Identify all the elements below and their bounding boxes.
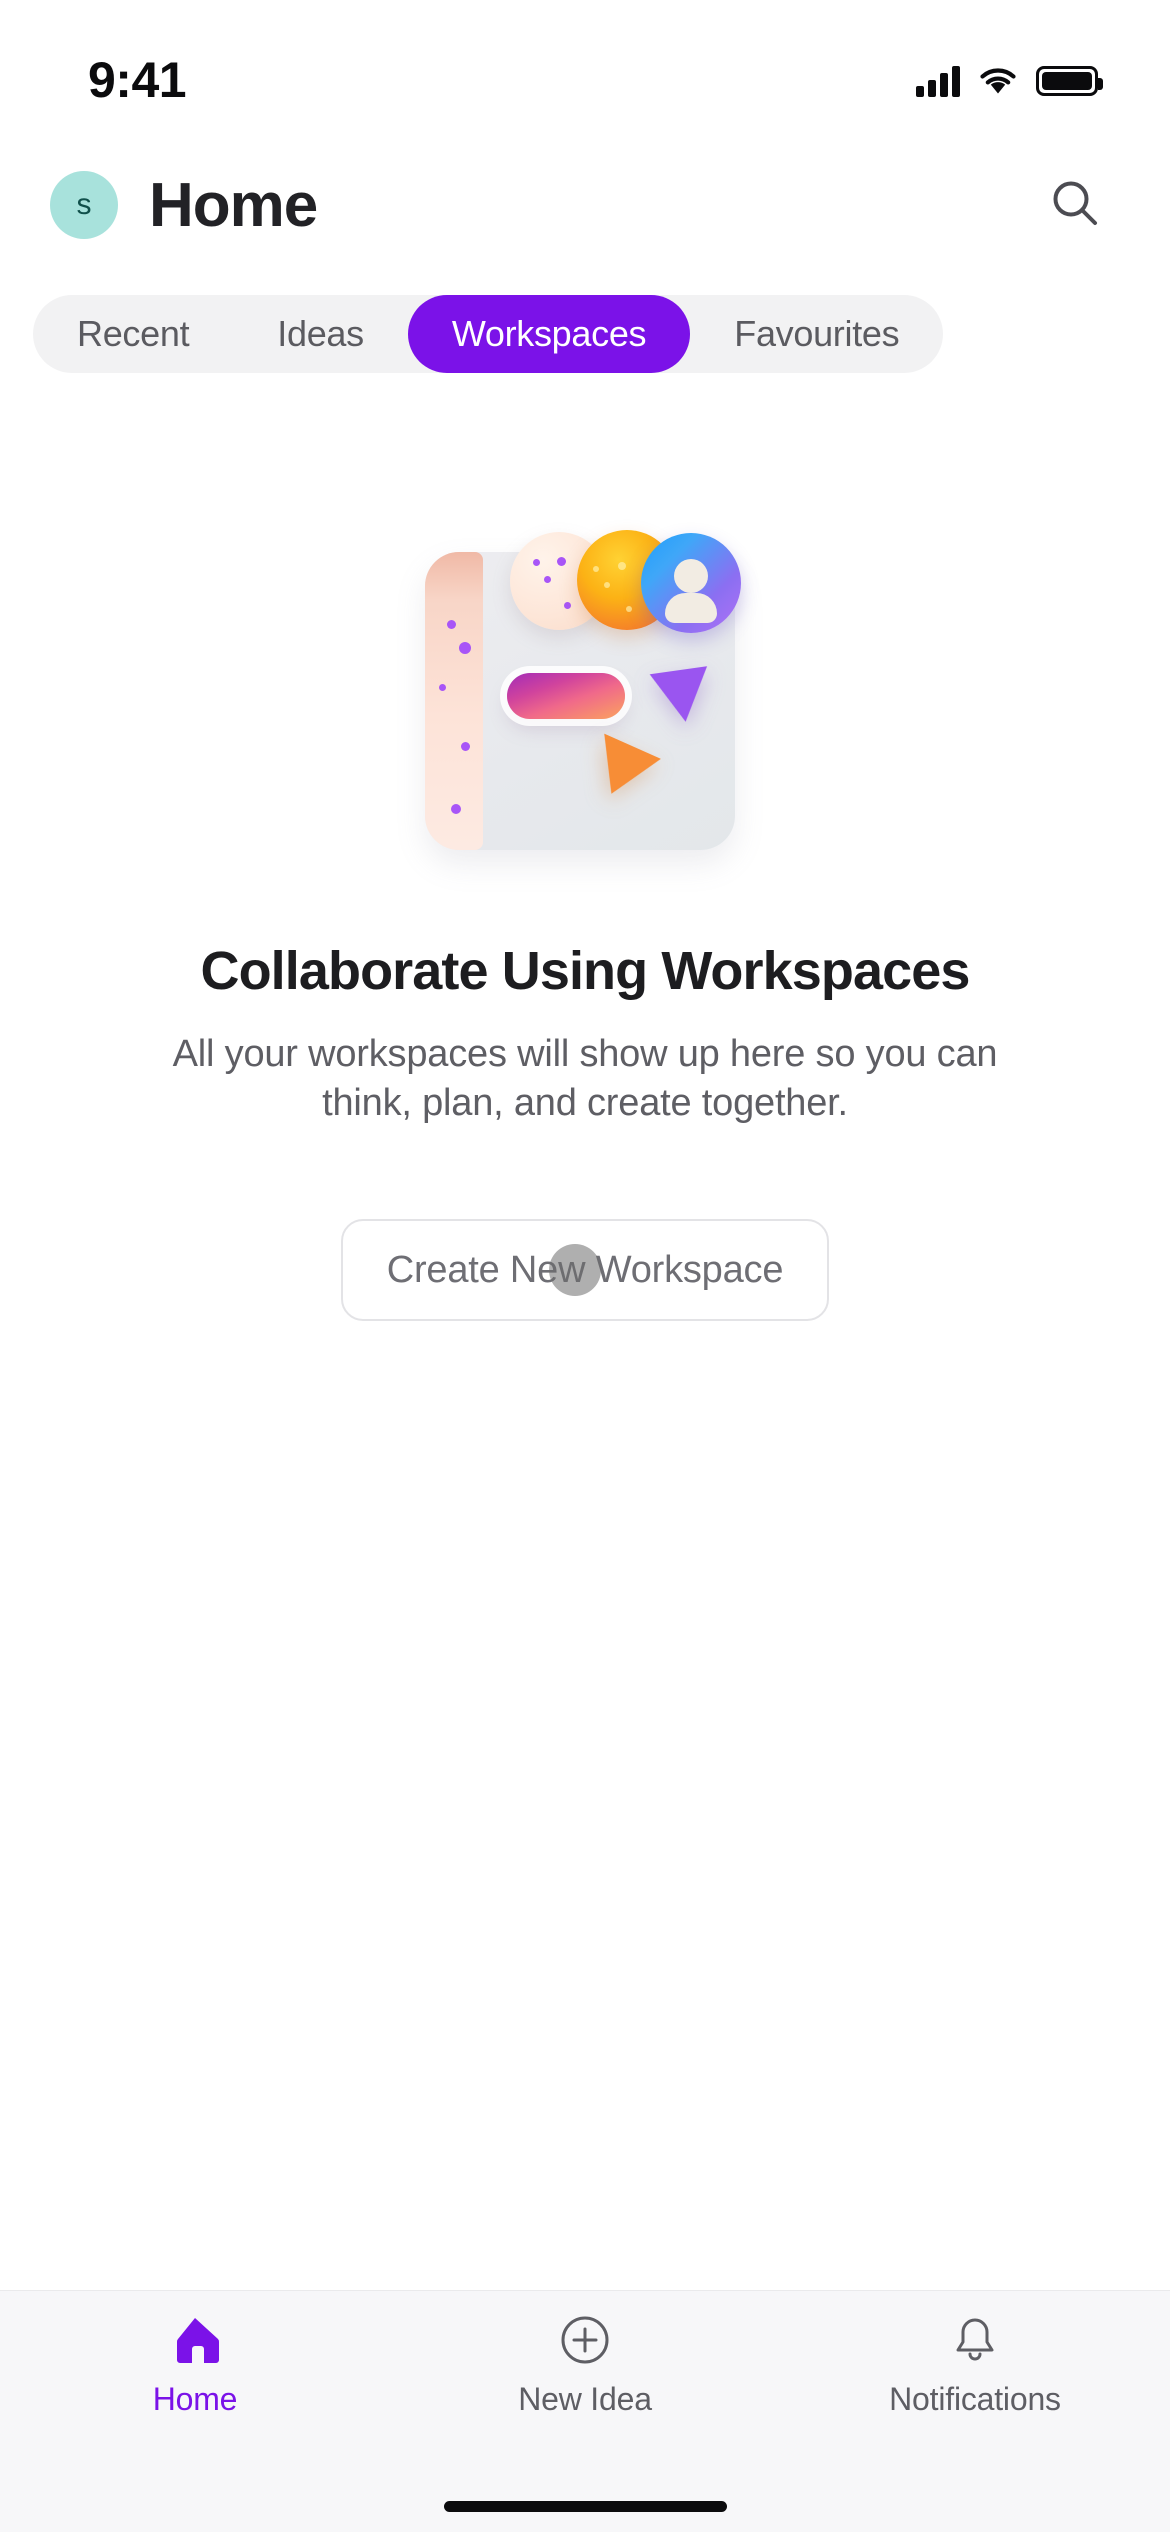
page-title: Home — [149, 170, 318, 240]
illustration-spine — [425, 552, 483, 850]
illustration-gradient-pill — [507, 673, 625, 719]
category-tab-bar[interactable]: Recent Ideas Workspaces Favourites — [0, 260, 1170, 390]
home-indicator-bar[interactable] — [443, 2500, 727, 2512]
illustration-user-avatar-circle — [641, 533, 741, 633]
workspaces-collaboration-illustration — [425, 530, 745, 850]
create-workspace-area: Create New Workspace — [340, 1219, 830, 1322]
app-header: s Home — [0, 150, 1170, 260]
cellular-signal-icon — [916, 65, 960, 97]
search-icon — [1047, 175, 1103, 236]
person-body-shape — [665, 593, 717, 623]
nav-item-notifications[interactable]: Notifications — [780, 2313, 1170, 2418]
create-new-workspace-button[interactable]: Create New Workspace — [340, 1219, 830, 1322]
empty-state-container: Collaborate Using Workspaces All your wo… — [0, 390, 1170, 2290]
nav-label-new-idea: New Idea — [518, 2381, 652, 2417]
search-button[interactable] — [1040, 170, 1110, 240]
status-bar-time: 9:41 — [88, 52, 187, 108]
status-bar: 9:41 — [0, 0, 1170, 150]
tab-recent[interactable]: Recent — [33, 295, 233, 373]
home-indicator-area — [0, 2480, 1170, 2532]
empty-state-title: Collaborate Using Workspaces — [200, 941, 970, 1001]
status-bar-indicators — [916, 65, 1103, 97]
nav-label-home: Home — [152, 2381, 238, 2417]
plus-circle-icon — [559, 2313, 611, 2367]
illustration-purple-cursor — [649, 666, 715, 726]
wifi-icon — [978, 66, 1018, 96]
battery-full-icon — [1036, 66, 1103, 96]
app-screen: 9:41 s Home Recent Ideas Workspaces Favo… — [0, 0, 1170, 2532]
bell-icon — [950, 2313, 1000, 2367]
bottom-tab-bar[interactable]: Home New Idea Notifications — [0, 2290, 1170, 2480]
avatar[interactable]: s — [50, 171, 118, 239]
tab-favourites[interactable]: Favourites — [690, 295, 943, 373]
tab-workspaces[interactable]: Workspaces — [407, 295, 691, 373]
tab-ideas[interactable]: Ideas — [233, 295, 408, 373]
nav-item-new-idea[interactable]: New Idea — [390, 2313, 780, 2418]
home-icon — [168, 2313, 222, 2367]
avatar-initial: s — [76, 188, 92, 221]
empty-state-description: All your workspaces will show up here so… — [172, 1033, 998, 1124]
tab-overflow-fade — [1070, 295, 1170, 373]
tab-track: Recent Ideas Workspaces Favourites — [33, 295, 944, 373]
person-head-shape — [674, 559, 708, 593]
nav-item-home[interactable]: Home — [0, 2313, 390, 2418]
nav-label-notifications: Notifications — [889, 2381, 1061, 2417]
